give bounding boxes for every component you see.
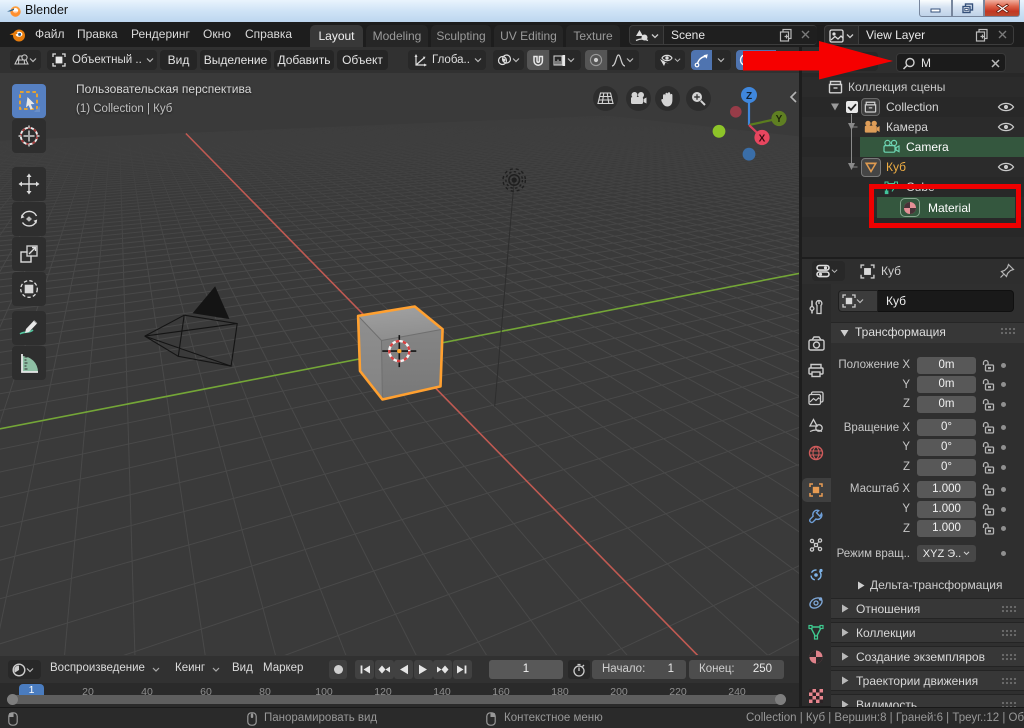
svg-text:Z: Z	[746, 91, 752, 102]
svg-text:X: X	[759, 133, 766, 144]
svg-text:Y: Y	[776, 114, 783, 125]
